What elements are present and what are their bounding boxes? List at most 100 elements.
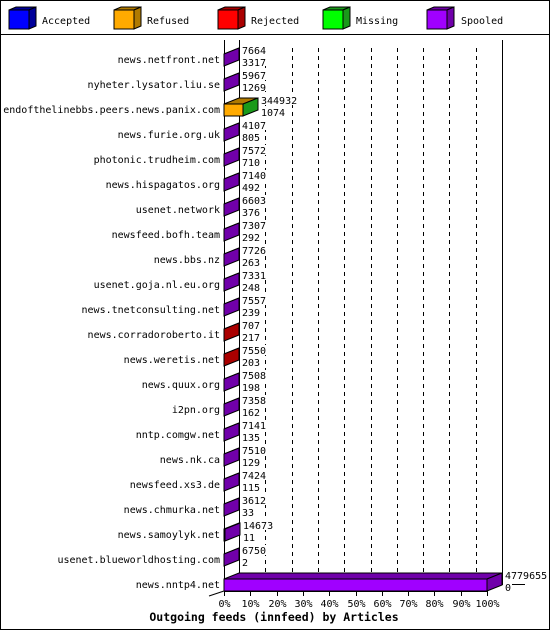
bar-side-face bbox=[223, 172, 240, 192]
bar-lower-value: 162 bbox=[242, 408, 260, 419]
bar-side-face bbox=[223, 472, 240, 492]
bar-upper-value: 7140 bbox=[242, 171, 266, 182]
x-tick-label: 10% bbox=[241, 599, 259, 610]
bar-upper-value: 7331 bbox=[242, 271, 266, 282]
bar-side-face bbox=[223, 147, 240, 167]
bar-lower-value: 198 bbox=[242, 383, 260, 394]
category-label: news.bbs.nz bbox=[154, 255, 220, 266]
bar-upper-value: 7572 bbox=[242, 146, 266, 157]
category-label: news.weretis.net bbox=[124, 355, 220, 366]
legend-swatch-side-rejected bbox=[237, 6, 246, 30]
bar-upper-value: 7550 bbox=[242, 346, 266, 357]
category-label: usenet.blueworldhosting.com bbox=[57, 555, 220, 566]
bar-side-face bbox=[223, 272, 240, 292]
bar-front-face bbox=[223, 578, 488, 592]
bar-upper-value: 5967 bbox=[242, 71, 266, 82]
category-label: news.corradoroberto.it bbox=[88, 330, 220, 341]
bar-side-face bbox=[223, 322, 240, 342]
x-tick-label: 100% bbox=[475, 599, 499, 610]
bar-lower-value: 3317 bbox=[242, 58, 266, 69]
category-label: news.chmurka.net bbox=[124, 505, 220, 516]
bar-upper-value: 7726 bbox=[242, 246, 266, 257]
legend-swatch-missing bbox=[322, 9, 344, 30]
category-label: news.netfront.net bbox=[118, 55, 220, 66]
bar-lower-value: 263 bbox=[242, 258, 260, 269]
bar-top-face bbox=[223, 572, 503, 580]
bar-upper-value: 344932 bbox=[261, 96, 297, 107]
bar-upper-value: 7508 bbox=[242, 371, 266, 382]
bar-upper-value: 3612 bbox=[242, 496, 266, 507]
chart-title: Outgoing feeds (innfeed) by Articles bbox=[149, 610, 398, 624]
category-label: news.nntp4.net bbox=[136, 580, 220, 591]
bar-lower-value: 805 bbox=[242, 133, 260, 144]
x-tick-label: 0% bbox=[218, 599, 230, 610]
bar-side-face bbox=[223, 497, 240, 517]
bar-lower-value: 2 bbox=[242, 558, 248, 569]
category-label: endofthelinebbs.peers.news.panix.com bbox=[3, 105, 220, 116]
bar-side-face bbox=[223, 347, 240, 367]
bar-lower-value: 115 bbox=[242, 483, 260, 494]
x-tick-label: 20% bbox=[268, 599, 286, 610]
bar-front-face bbox=[223, 103, 244, 117]
bar-upper-value: 4107 bbox=[242, 121, 266, 132]
bar-side-face bbox=[223, 122, 240, 142]
bar-upper-value: 7424 bbox=[242, 471, 266, 482]
x-tick-label: 60% bbox=[373, 599, 391, 610]
bar-side-face bbox=[223, 372, 240, 392]
innfeed-bar-chart: Accepted Refused Rejected Missing Spooled 0% 1… bbox=[1, 6, 549, 624]
category-label: photonic.trudheim.com bbox=[94, 155, 220, 166]
bar-lower-value: 248 bbox=[242, 283, 260, 294]
x-tick-label: 40% bbox=[320, 599, 338, 610]
bar-lower-value: 292 bbox=[242, 233, 260, 244]
x-tick-label: 70% bbox=[399, 599, 417, 610]
x-tick-label: 30% bbox=[294, 599, 312, 610]
bar-side-face bbox=[223, 422, 240, 442]
x-tick-label: 90% bbox=[452, 599, 470, 610]
legend-label-missing: Missing bbox=[356, 16, 398, 27]
bar-side-face bbox=[223, 397, 240, 417]
bar-lower-value: 11 bbox=[243, 533, 255, 544]
bar-upper-value: 7358 bbox=[242, 396, 266, 407]
bar-side-face bbox=[223, 447, 240, 467]
legend-swatch-rejected bbox=[217, 9, 239, 30]
legend-swatch-accepted bbox=[8, 9, 30, 30]
legend-swatch-side-missing bbox=[342, 6, 351, 30]
bar-side-face bbox=[224, 522, 241, 542]
bar-lower-value: 239 bbox=[242, 308, 260, 319]
bar-upper-value: 14673 bbox=[243, 521, 273, 532]
category-label: nntp.comgw.net bbox=[136, 430, 220, 441]
category-label: news.samoylyk.net bbox=[118, 530, 220, 541]
legend-label-refused: Refused bbox=[147, 16, 189, 27]
legend-label-spooled: Spooled bbox=[461, 16, 503, 27]
category-label: news.tnetconsulting.net bbox=[82, 305, 220, 316]
bar-side-face bbox=[223, 297, 240, 317]
category-label: news.quux.org bbox=[142, 380, 220, 391]
bar-upper-value: 4779655 bbox=[505, 571, 547, 582]
category-label: newsfeed.bofh.team bbox=[112, 230, 220, 241]
bar-upper-value: 707 bbox=[242, 321, 260, 332]
bar-side-face bbox=[223, 547, 240, 567]
floor-corner-line bbox=[208, 590, 225, 597]
category-label: news.furie.org.uk bbox=[118, 130, 220, 141]
category-label: usenet.network bbox=[136, 205, 220, 216]
bar-side-face bbox=[223, 72, 240, 92]
bar-upper-value: 7557 bbox=[242, 296, 266, 307]
x-tick-label: 80% bbox=[425, 599, 443, 610]
bar-upper-value: 7510 bbox=[242, 446, 266, 457]
bar-lower-value: 129 bbox=[242, 458, 260, 469]
category-label: news.nk.ca bbox=[160, 455, 220, 466]
bar-side-face bbox=[223, 47, 240, 67]
legend-label-rejected: Rejected bbox=[251, 16, 299, 27]
bar-lower-value: 203 bbox=[242, 358, 260, 369]
chart-frame: Accepted Refused Rejected Missing Spooled 0% 1… bbox=[0, 0, 550, 630]
bar-side-face bbox=[223, 197, 240, 217]
bar-lower-value: 1269 bbox=[242, 83, 266, 94]
bar-lower-value: 217 bbox=[242, 333, 260, 344]
bar-lower-value: 135 bbox=[242, 433, 260, 444]
legend-label-accepted: Accepted bbox=[42, 16, 90, 27]
legend-swatch-side-spooled bbox=[446, 6, 455, 30]
category-label: usenet.goja.nl.eu.org bbox=[94, 280, 220, 291]
category-label: nyheter.lysator.liu.se bbox=[88, 80, 220, 91]
legend-swatch-side-refused bbox=[133, 6, 142, 30]
x-tick-label: 50% bbox=[347, 599, 365, 610]
